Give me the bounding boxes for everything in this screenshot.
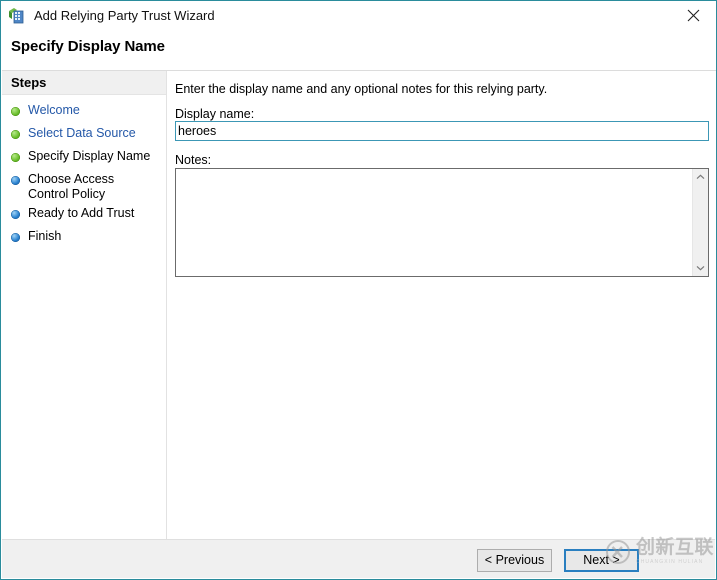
display-name-input[interactable] (175, 121, 709, 141)
footer-buttons: < Previous Next > (477, 549, 639, 572)
chevron-down-icon[interactable] (693, 260, 708, 276)
sidebar-item-label: Ready to Add Trust (28, 206, 135, 220)
close-icon (687, 9, 700, 22)
steps-sidebar: Steps Welcome Select Data Source Specify… (2, 71, 167, 578)
sidebar-item-label: Select Data Source (28, 126, 136, 140)
header-band: Specify Display Name (2, 30, 716, 71)
step-bullet-blue-icon (11, 233, 20, 242)
wizard-server-icon (7, 6, 27, 26)
window-title: Add Relying Party Trust Wizard (34, 8, 215, 23)
step-bullet-green-icon (11, 153, 20, 162)
notes-textarea[interactable] (176, 169, 692, 276)
step-bullet-blue-icon (11, 176, 20, 185)
steps-list: Welcome Select Data Source Specify Displ… (2, 95, 166, 250)
previous-button[interactable]: < Previous (477, 549, 552, 572)
steps-header: Steps (2, 71, 166, 95)
step-bullet-blue-icon (11, 210, 20, 219)
sidebar-item-welcome[interactable]: Welcome (2, 101, 166, 124)
sidebar-item-label: Specify Display Name (28, 149, 151, 163)
sidebar-item-select-data-source[interactable]: Select Data Source (2, 124, 166, 147)
steps-header-label: Steps (11, 75, 47, 90)
notes-label: Notes: (175, 153, 212, 167)
main-content: Enter the display name and any optional … (167, 71, 715, 578)
notes-box (175, 168, 709, 277)
chevron-up-icon[interactable] (693, 169, 708, 185)
sidebar-item-ready-to-add-trust[interactable]: Ready to Add Trust (2, 204, 166, 227)
sidebar-item-specify-display-name[interactable]: Specify Display Name (2, 147, 166, 170)
notes-scrollbar[interactable] (692, 169, 708, 276)
sidebar-item-label: Finish (28, 229, 62, 243)
sidebar-item-label: Welcome (28, 103, 80, 117)
wizard-window: Add Relying Party Trust Wizard Specify D… (0, 0, 717, 580)
intro-text: Enter the display name and any optional … (175, 82, 548, 96)
page-title: Specify Display Name (11, 38, 165, 55)
display-name-label: Display name: (175, 107, 255, 121)
title-bar: Add Relying Party Trust Wizard (1, 1, 716, 30)
step-bullet-green-icon (11, 130, 20, 139)
sidebar-item-label: Choose Access Control Policy (28, 172, 115, 201)
next-button[interactable]: Next > (564, 549, 639, 572)
close-button[interactable] (671, 1, 716, 30)
step-bullet-green-icon (11, 107, 20, 116)
footer-bar: < Previous Next > (2, 539, 715, 578)
sidebar-item-finish[interactable]: Finish (2, 227, 166, 250)
sidebar-item-choose-access-control-policy[interactable]: Choose Access Control Policy (2, 170, 166, 204)
